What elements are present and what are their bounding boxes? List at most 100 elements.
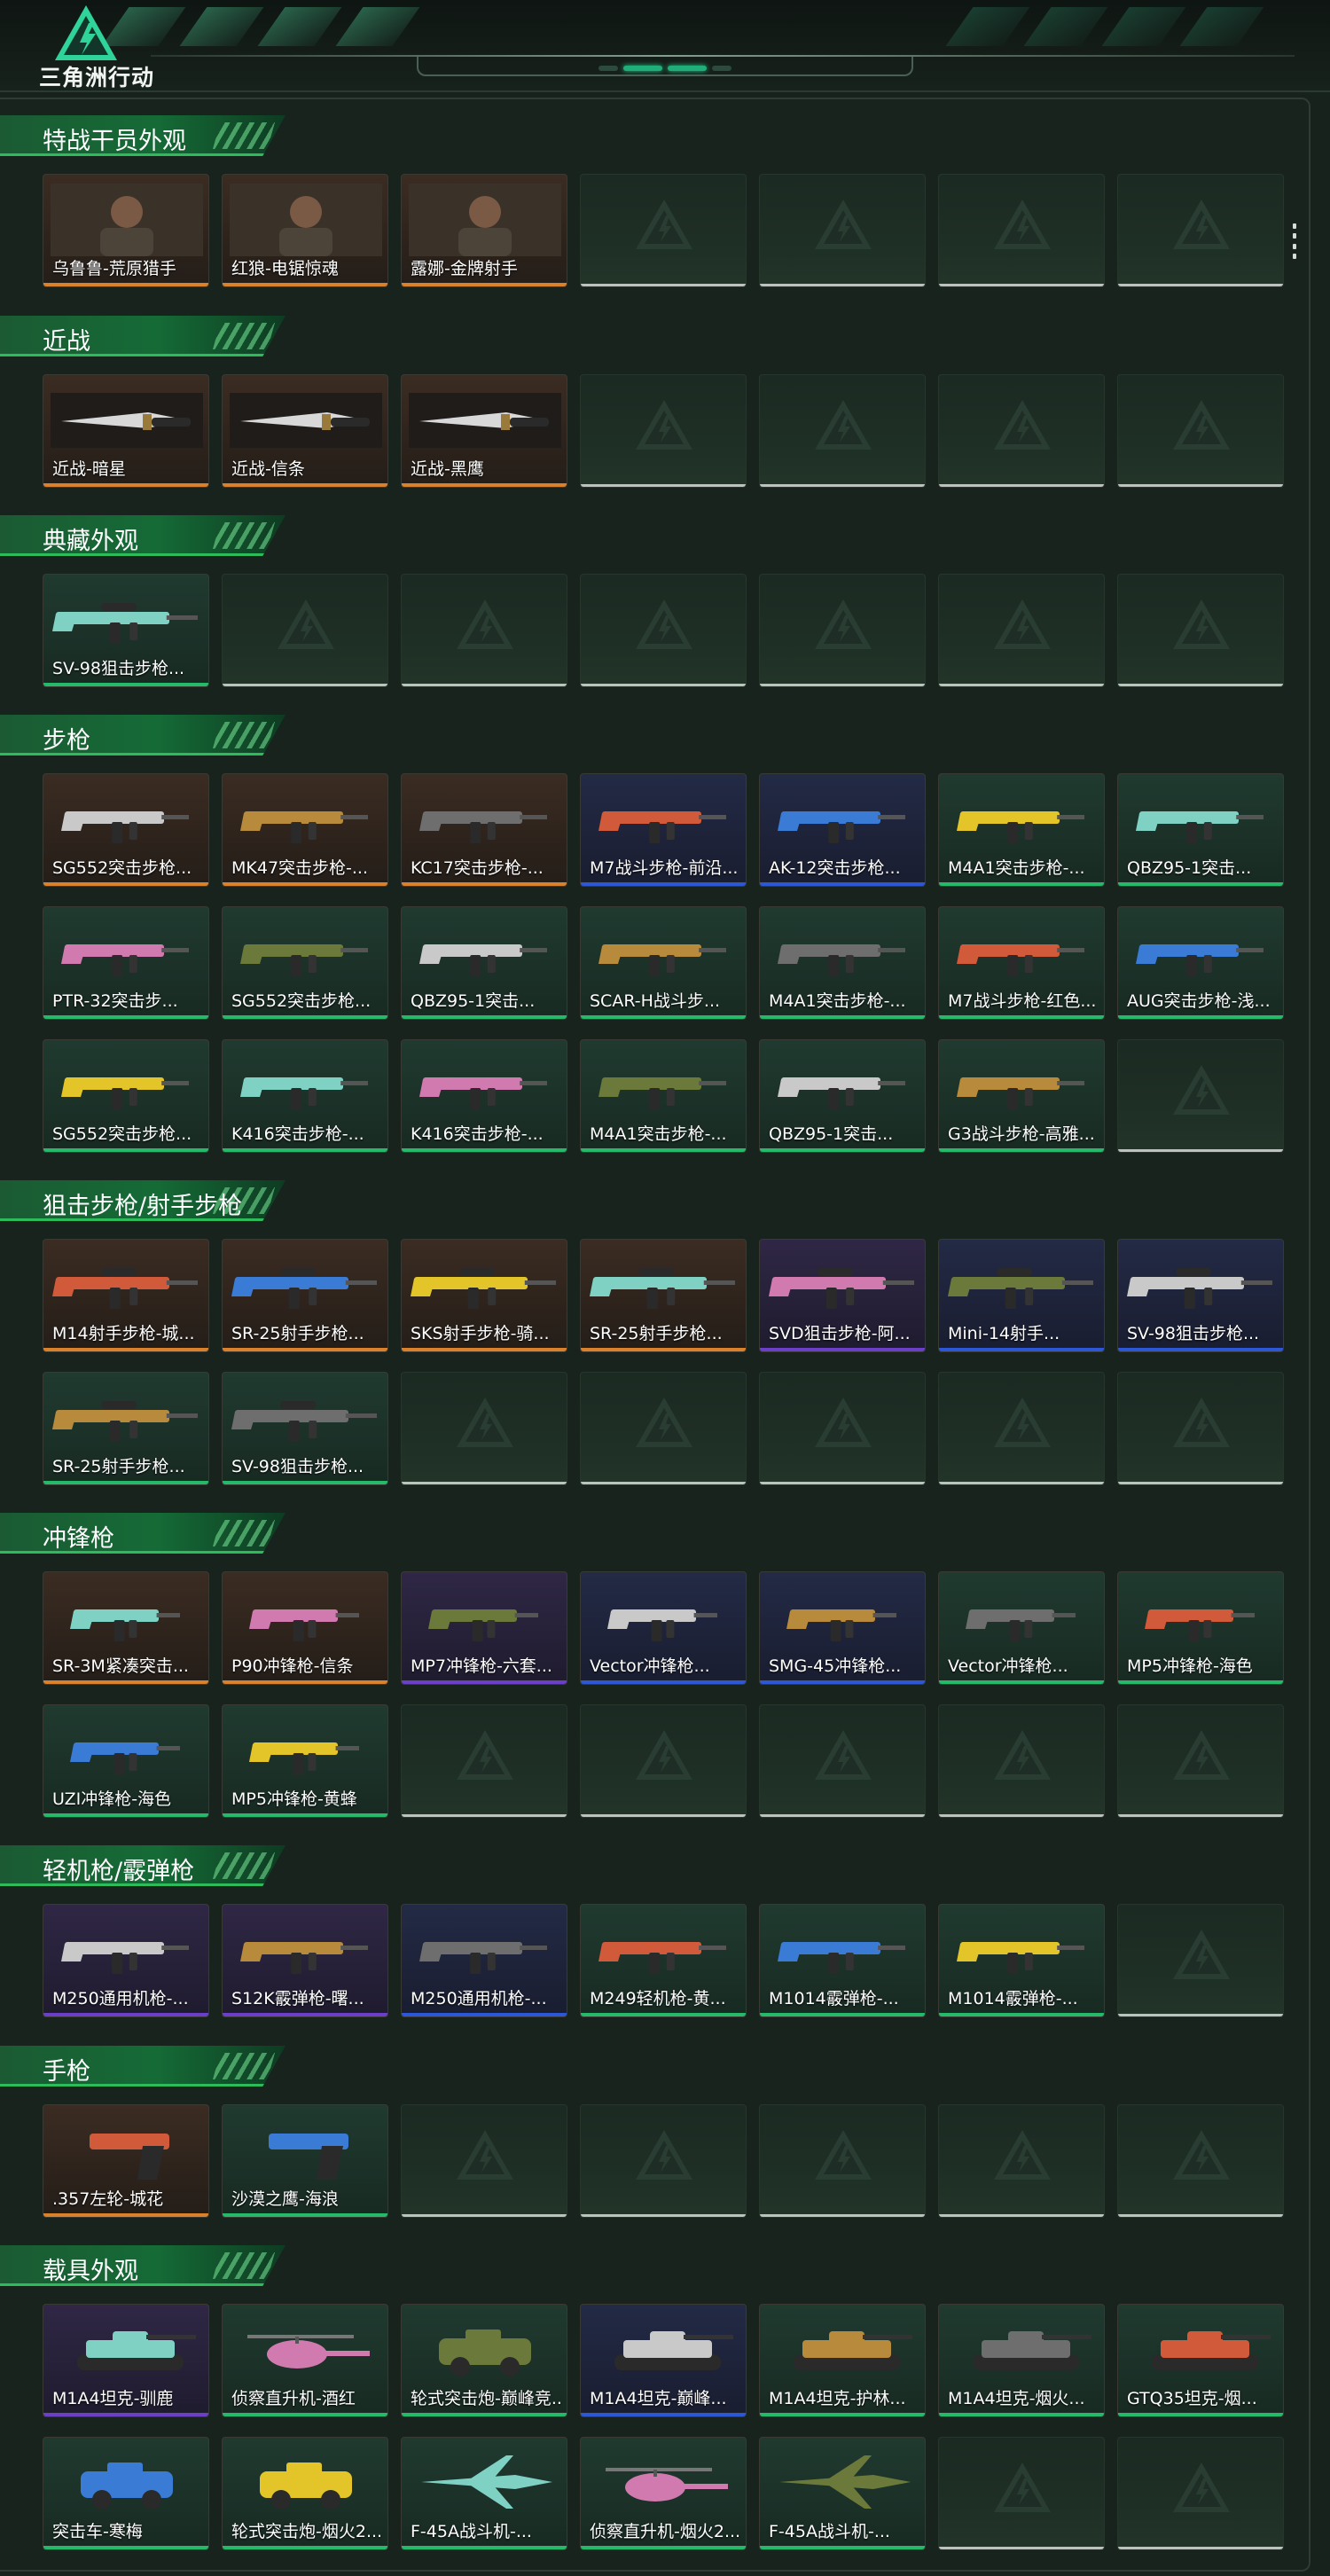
skin-card[interactable]: G3战斗步枪-高雅... [938,1039,1105,1153]
scroll-handle[interactable] [1293,223,1296,259]
rarity-strip [223,483,387,487]
skin-card[interactable]: M1014霰弹枪-... [938,1904,1105,2017]
skin-card[interactable]: M1A4坦克-巅峰... [580,2304,747,2417]
collection-panel[interactable]: 特战干员外观 乌鲁鲁-荒原猎手 红狼-电锯惊魂 露娜-金牌射手 近战 近战-暗星 近战-信条… [0,98,1310,2572]
armored-car-icon [439,2329,531,2376]
rarity-strip [939,1148,1104,1152]
skin-card[interactable]: SMG-45冲锋枪... [759,1571,926,1685]
rarity-strip [581,1348,746,1351]
skin-card[interactable]: SCAR-H战斗步... [580,906,747,1020]
skin-card[interactable]: M4A1突击步枪-... [759,906,926,1020]
delta-watermark-icon [1173,1930,1230,1979]
skin-card[interactable]: K416突击步枪-... [401,1039,567,1153]
section-4: 狙击步枪/射手步枪 M14射手步枪-城... SR-25射手步枪... SKS射手步枪… [0,1180,1310,1485]
skin-card[interactable]: 突击车-寒梅 [43,2437,209,2550]
rifle-icon [61,811,189,843]
skin-name: Vector冲锋枪... [948,1656,1068,1676]
skin-card[interactable]: QBZ95-1突击... [759,1039,926,1153]
rarity-strip [43,2213,208,2217]
skin-card[interactable]: 红狼-电锯惊魂 [222,174,388,287]
skin-card[interactable]: Vector冲锋枪... [580,1571,747,1685]
skin-card[interactable]: M1014霰弹枪-... [759,1904,926,2017]
skin-card[interactable]: SR-25射手步枪... [222,1239,388,1352]
item-grid: M14射手步枪-城... SR-25射手步枪... SKS射手步枪-骑... SR-2… [43,1239,1284,1485]
skin-card[interactable]: 沙漠之鹰-海浪 [222,2104,388,2218]
rifle-icon [778,944,905,976]
empty-slot [759,1704,926,1818]
skin-card[interactable]: 露娜-金牌射手 [401,174,567,287]
skin-card[interactable]: 侦察直升机-烟火2... [580,2437,747,2550]
skin-card[interactable]: MP5冲锋枪-海色 [1117,1571,1284,1685]
skin-card[interactable]: M250通用机枪-... [43,1904,209,2017]
skin-card[interactable]: AUG突击步枪-浅... [1117,906,1284,1020]
skin-card[interactable]: SR-25射手步枪... [580,1239,747,1352]
skin-card[interactable]: 轮式突击炮-烟火2... [222,2437,388,2550]
skin-name: SV-98狙击步枪... [231,1457,364,1476]
skin-card[interactable]: 近战-信条 [222,374,388,488]
rifle-icon [419,1077,547,1109]
skin-card[interactable]: KC17突击步枪-... [401,773,567,887]
skin-card[interactable]: .357左轮-城花 [43,2104,209,2218]
skin-card[interactable]: Vector冲锋枪... [938,1571,1105,1685]
skin-card[interactable]: F-45A战斗机-... [401,2437,567,2550]
skin-card[interactable]: SG552突击步枪... [43,773,209,887]
skin-card[interactable]: P90冲锋枪-信条 [222,1571,388,1685]
slot-baseline [402,1482,567,1484]
rarity-strip [581,1148,746,1152]
skin-card[interactable]: UZI冲锋枪-海色 [43,1704,209,1818]
skin-card[interactable]: SKS射手步枪-骑... [401,1239,567,1352]
skin-card[interactable]: Mini-14射手... [938,1239,1105,1352]
slot-baseline [939,1482,1104,1484]
item-grid: M250通用机枪-... S12K霰弹枪-曙... M250通用机枪-... M249… [43,1904,1284,2017]
skin-card[interactable]: M14射手步枪-城... [43,1239,209,1352]
skin-name: MP5冲锋枪-黄蜂 [231,1789,357,1809]
skin-card[interactable]: M7战斗步枪-红色... [938,906,1105,1020]
skin-card[interactable]: SG552突击步枪... [222,906,388,1020]
sniper-rifle-icon [1127,1268,1272,1309]
skin-card[interactable]: M1A4坦克-烟火... [938,2304,1105,2417]
skin-card[interactable]: SV-98狙击步枪... [1117,1239,1284,1352]
skin-card[interactable]: M250通用机枪-... [401,1904,567,2017]
skin-card[interactable]: QBZ95-1突击... [401,906,567,1020]
skin-card[interactable]: M7战斗步枪-前沿... [580,773,747,887]
skin-card[interactable]: QBZ95-1突击... [1117,773,1284,887]
skin-card[interactable]: MK47突击步枪-... [222,773,388,887]
skin-card[interactable]: M4A1突击步枪-... [580,1039,747,1153]
skin-card[interactable]: PTR-32突击步... [43,906,209,1020]
skin-card[interactable]: AK-12突击步枪... [759,773,926,887]
skin-card[interactable]: 近战-黑鹰 [401,374,567,488]
empty-slot [1117,1372,1284,1485]
skin-card[interactable]: M249轻机枪-黄... [580,1904,747,2017]
slot-baseline [402,684,567,686]
delta-watermark-icon [815,599,872,649]
skin-card[interactable]: 侦察直升机-酒红 [222,2304,388,2417]
item-grid: .357左轮-城花 沙漠之鹰-海浪 [43,2104,1284,2218]
item-grid: 近战-暗星 近战-信条 近战-黑鹰 [43,374,1284,488]
skin-name: M4A1突击步枪-... [769,991,906,1011]
skin-card[interactable]: 乌鲁鲁-荒原猎手 [43,174,209,287]
skin-card[interactable]: SG552突击步枪... [43,1039,209,1153]
skin-card[interactable]: 轮式突击炮-巅峰竞... [401,2304,567,2417]
delta-watermark-icon [636,1730,692,1780]
skin-card[interactable]: M4A1突击步枪-... [938,773,1105,887]
skin-card[interactable]: MP5冲锋枪-黄蜂 [222,1704,388,1818]
skin-card[interactable]: SR-3M紧凑突击... [43,1571,209,1685]
skin-card[interactable]: 近战-暗星 [43,374,209,488]
skin-card[interactable]: SV-98狙击步枪... [222,1372,388,1485]
skin-card[interactable]: MP7冲锋枪-六套... [401,1571,567,1685]
skin-card[interactable]: S12K霰弹枪-曙... [222,1904,388,2017]
skin-name: 乌鲁鲁-荒原猎手 [52,259,176,278]
skin-card[interactable]: SR-25射手步枪... [43,1372,209,1485]
skin-card[interactable]: SVD狙击步枪-阿... [759,1239,926,1352]
skin-card[interactable]: M1A4坦克-护林... [759,2304,926,2417]
helicopter-icon [247,2335,370,2369]
skin-name: M7战斗步枪-红色... [948,991,1097,1011]
rarity-strip [43,2546,208,2549]
skin-card[interactable]: K416突击步枪-... [222,1039,388,1153]
skin-card[interactable]: F-45A战斗机-... [759,2437,926,2550]
skin-card[interactable]: GTQ35坦克-烟... [1117,2304,1284,2417]
header-stripes-right [945,7,1264,46]
skin-card[interactable]: SV-98狙击步枪... [43,574,209,687]
skin-card[interactable]: M1A4坦克-驯鹿 [43,2304,209,2417]
skin-name: QBZ95-1突击... [769,1124,894,1144]
